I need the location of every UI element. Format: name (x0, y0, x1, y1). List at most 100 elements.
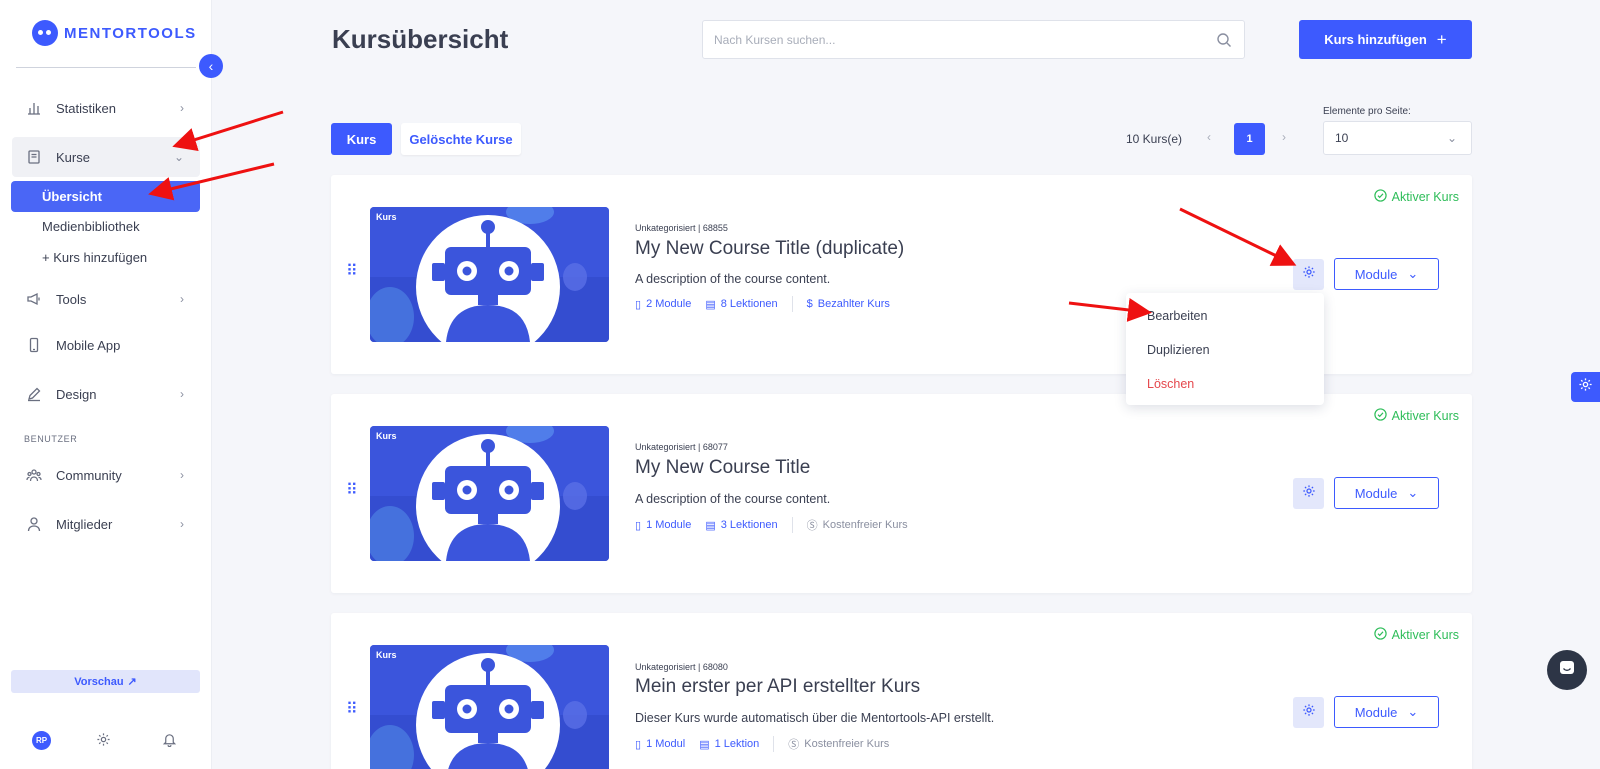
chevron-down-icon: ⌄ (1407, 266, 1419, 281)
collapse-sidebar-button[interactable]: ‹ (199, 54, 223, 78)
status-text: Aktiver Kurs (1391, 190, 1459, 204)
status-badge: Aktiver Kurs (1373, 627, 1459, 643)
sidebar-item-label: Tools (56, 291, 87, 307)
preview-label: Vorschau (74, 675, 124, 688)
lesson-count-text: 3 Lektionen (720, 519, 778, 531)
course-thumbnail[interactable]: Kurs (370, 426, 609, 561)
pagination-page[interactable]: 1 (1234, 123, 1265, 155)
sidebar-item-statistiken[interactable]: Statistiken › (12, 88, 200, 128)
chevron-right-icon: › (180, 387, 184, 401)
book-icon: ▯ (635, 298, 642, 311)
menu-item-loeschen[interactable]: Löschen (1126, 367, 1324, 401)
course-settings-button[interactable] (1293, 478, 1324, 509)
preview-button[interactable]: Vorschau ↗ (11, 670, 200, 693)
course-card: ⠿ Kurs Unkategorisiert | 68077 My New Co… (331, 394, 1472, 593)
module-count: ▯ 1 Modul (635, 738, 685, 751)
chevron-down-icon: ⌄ (173, 150, 184, 164)
sidebar-item-label: Mitglieder (56, 516, 113, 532)
course-meta: Unkategorisiert | 68855 (635, 223, 728, 233)
avatar[interactable]: RP (32, 731, 51, 750)
lesson-count: ▤ 8 Lektionen (705, 298, 777, 311)
sidebar-item-kurse[interactable]: Kurse ⌄ (12, 137, 200, 177)
lesson-count: ▤ 3 Lektionen (705, 519, 777, 532)
floating-settings-button[interactable] (1571, 372, 1600, 402)
gear-icon[interactable] (96, 732, 111, 752)
course-title[interactable]: My New Course Title (duplicate) (635, 238, 904, 260)
module-dropdown-button[interactable]: Module ⌄ (1334, 258, 1439, 290)
dollar-icon: $ (806, 298, 813, 310)
plus-icon: + (1436, 29, 1447, 49)
sidebar-item-community[interactable]: Community › (12, 455, 200, 495)
lesson-count-text: 8 Lektionen (720, 298, 778, 310)
sidebar-item-mitglieder[interactable]: Mitglieder › (12, 504, 200, 544)
pagination-prev-icon[interactable]: ‹ (1207, 130, 1211, 144)
course-title[interactable]: My New Course Title (635, 457, 810, 479)
status-badge: Aktiver Kurs (1373, 408, 1459, 424)
sidebar-item-tools[interactable]: Tools › (12, 279, 200, 319)
search-icon[interactable] (1204, 32, 1244, 48)
drag-handle-icon[interactable]: ⠿ (346, 483, 358, 499)
course-description: A description of the course content. (635, 492, 831, 506)
sidebar-item-label: Design (56, 386, 97, 402)
pricing-text: Bezahlter Kurs (817, 298, 890, 310)
stat-separator (791, 296, 793, 312)
course-count: 10 Kurs(e) (1126, 132, 1183, 146)
course-stats: ▯ 1 Module ▤ 3 Lektionen Ⓢ Kostenfreier Kur… (635, 517, 922, 533)
sidebar: MENTORTOOLS Statistiken › Kurse ⌄ Übersi… (0, 0, 212, 769)
course-thumbnail[interactable]: Kurs (370, 207, 609, 342)
sidebar-subitem-uebersicht[interactable]: Übersicht (11, 181, 200, 212)
sidebar-item-label: Community (56, 467, 122, 483)
stat-separator (773, 736, 775, 752)
bell-icon[interactable] (162, 732, 177, 752)
megaphone-icon (26, 291, 42, 307)
course-settings-button[interactable] (1293, 259, 1324, 290)
module-dropdown-button[interactable]: Module ⌄ (1334, 696, 1439, 728)
sidebar-divider (16, 67, 196, 68)
menu-item-duplizieren[interactable]: Duplizieren (1126, 333, 1324, 367)
sidebar-subitem-medienbibliothek[interactable]: Medienbibliothek (11, 211, 200, 242)
add-course-label: Kurs hinzufügen (1324, 32, 1427, 47)
drag-handle-icon[interactable]: ⠿ (346, 702, 358, 718)
brand-logo[interactable]: MENTORTOOLS (32, 20, 197, 46)
pagination-next-icon[interactable]: › (1282, 130, 1286, 144)
phone-icon (26, 337, 42, 353)
course-thumbnail[interactable]: Kurs (370, 645, 609, 769)
logo-icon (32, 20, 58, 46)
pricing-type: Ⓢ Kostenfreier Kurs (788, 736, 889, 752)
course-actions-menu: Bearbeiten Duplizieren Löschen (1126, 293, 1324, 405)
sidebar-item-mobile-app[interactable]: Mobile App (12, 325, 200, 365)
sidebar-item-design[interactable]: Design › (12, 374, 200, 414)
book-icon: ▯ (635, 738, 642, 751)
chevron-down-icon: ⌄ (1446, 131, 1457, 145)
module-button-label: Module (1354, 485, 1398, 501)
sidebar-item-label: Statistiken (56, 100, 116, 116)
drag-handle-icon[interactable]: ⠿ (346, 264, 358, 280)
course-settings-button[interactable] (1293, 697, 1324, 728)
chevron-right-icon: › (180, 292, 184, 306)
search-input[interactable] (703, 32, 1204, 47)
add-course-button[interactable]: Kurs hinzufügen + (1299, 20, 1472, 59)
users-icon (26, 467, 42, 483)
lesson-count: ▤ 1 Lektion (699, 738, 759, 751)
user-icon (26, 516, 42, 532)
per-page-select[interactable]: 10 ⌄ (1323, 121, 1472, 155)
pricing-text: Kostenfreier Kurs (804, 738, 890, 750)
course-title[interactable]: Mein erster per API erstellter Kurs (635, 676, 920, 698)
tab-kurs[interactable]: Kurs (331, 123, 392, 155)
tab-geloeschte-kurse[interactable]: Gelöschte Kurse (401, 123, 521, 155)
sidebar-subitem-kurs-hinzufuegen[interactable]: + Kurs hinzufügen (11, 242, 200, 273)
per-page-label: Elemente pro Seite: (1323, 106, 1411, 117)
module-count-text: 1 Module (646, 519, 692, 531)
course-stats: ▯ 2 Module ▤ 8 Lektionen $ Bezahlter Kurs (635, 296, 904, 312)
status-badge: Aktiver Kurs (1373, 189, 1459, 205)
document-icon: ▤ (699, 738, 710, 751)
module-dropdown-button[interactable]: Module ⌄ (1334, 477, 1439, 509)
document-icon: ▤ (705, 519, 716, 532)
coin-icon: Ⓢ (806, 520, 818, 532)
coin-icon: Ⓢ (788, 739, 800, 751)
per-page-value: 10 (1335, 131, 1349, 145)
page-title: Kursübersicht (332, 24, 509, 54)
menu-item-bearbeiten[interactable]: Bearbeiten (1126, 299, 1324, 333)
chat-widget-button[interactable] (1547, 650, 1587, 690)
chevron-down-icon: ⌄ (1407, 704, 1419, 719)
